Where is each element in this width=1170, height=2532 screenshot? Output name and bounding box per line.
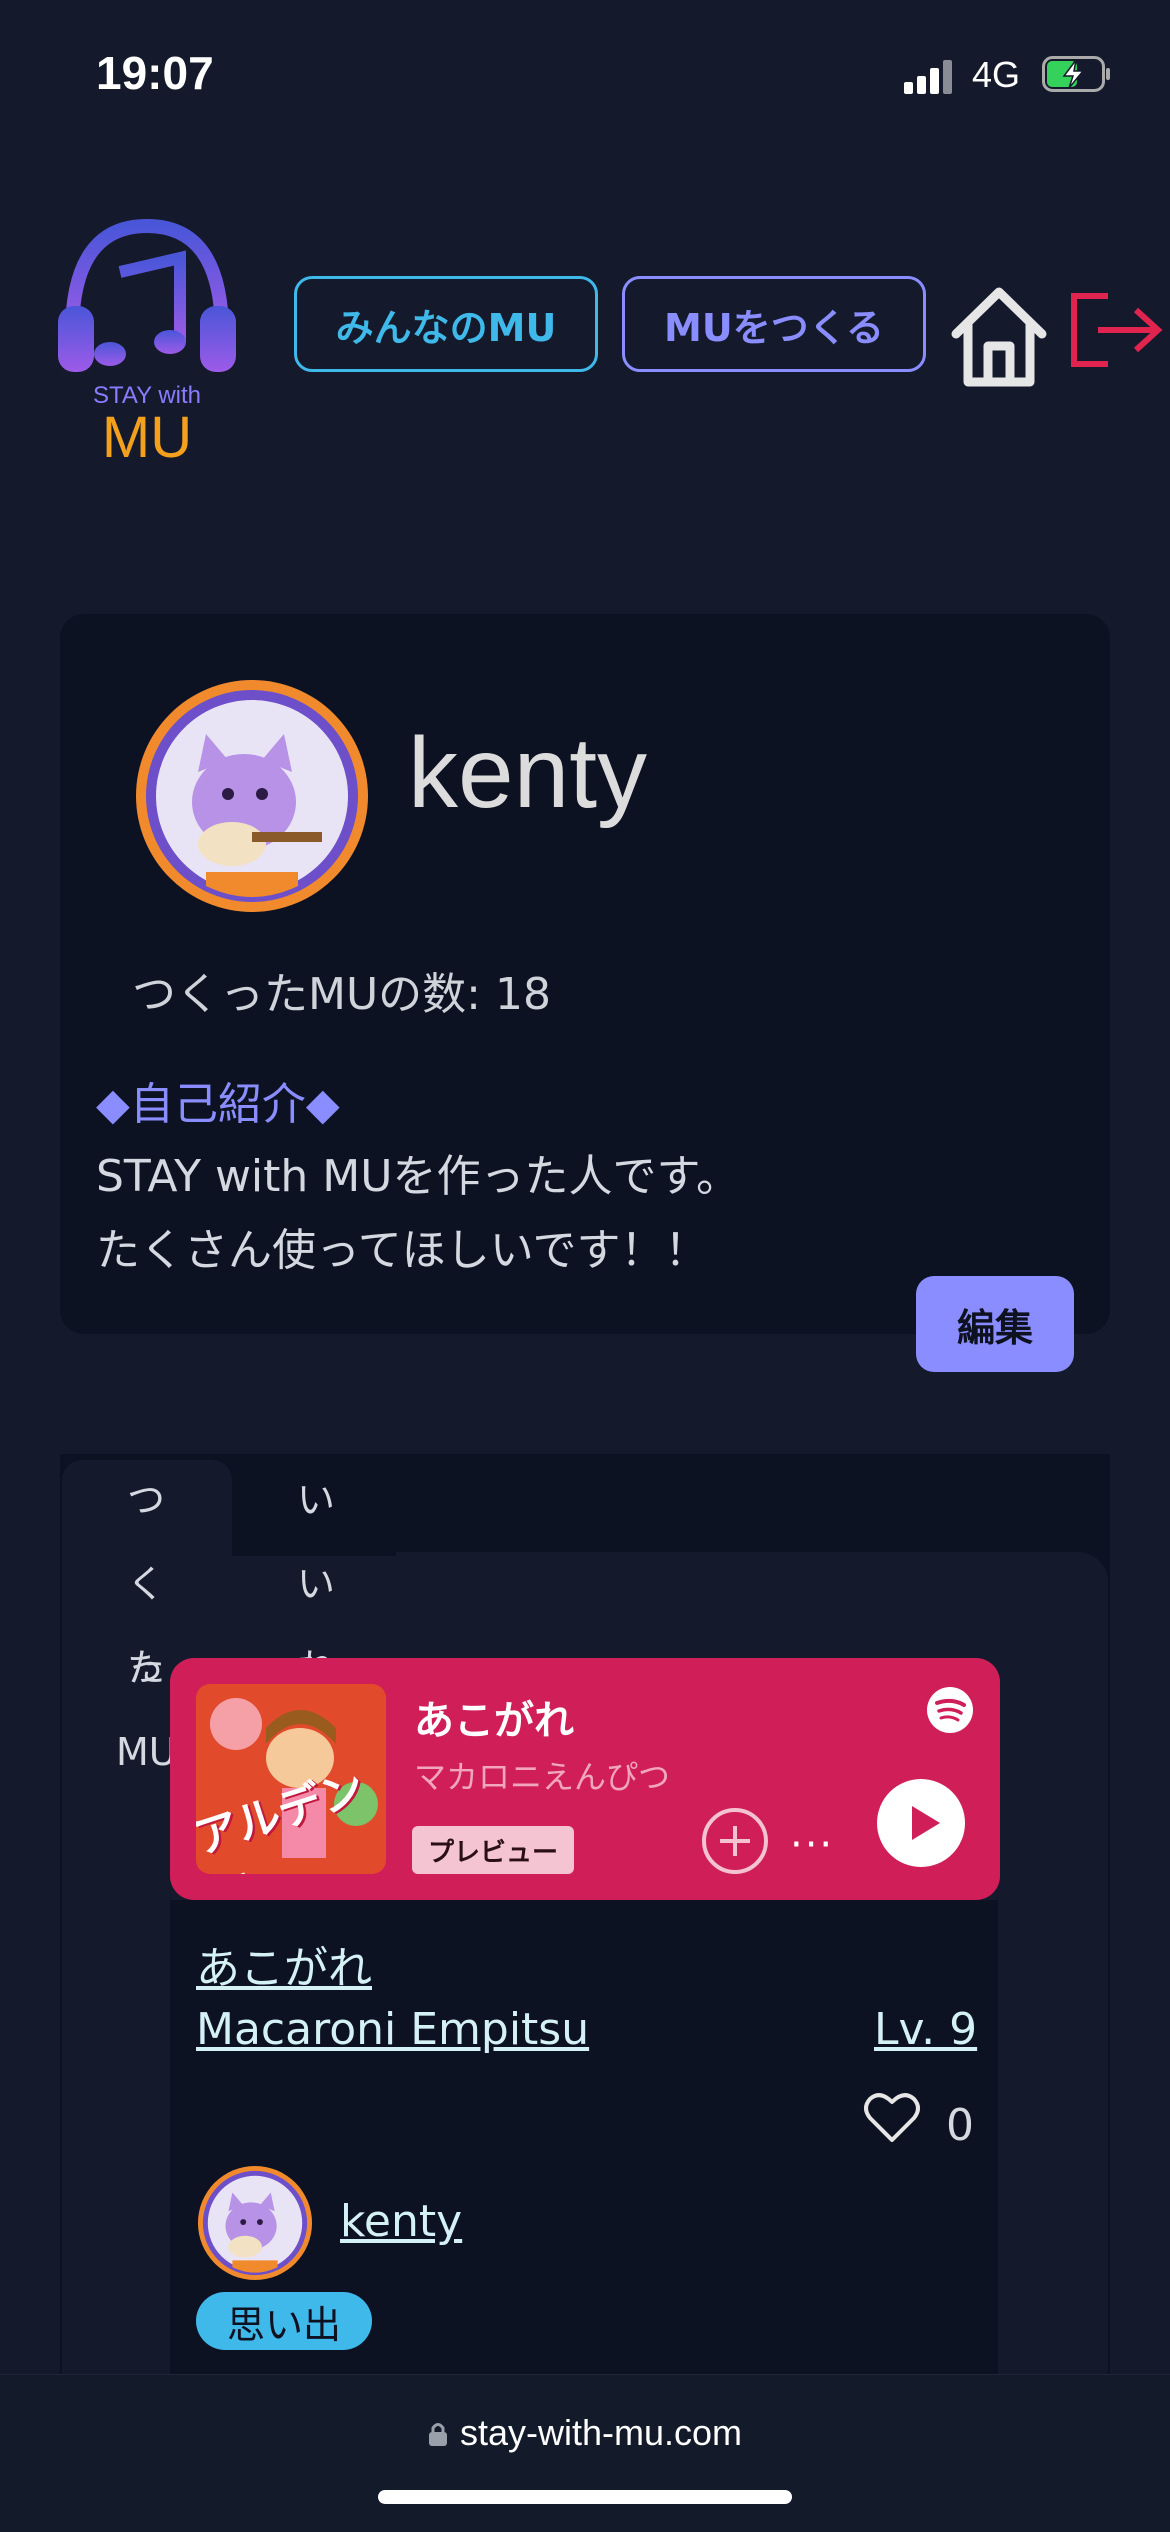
heart-icon[interactable]	[862, 2090, 922, 2146]
tab-created-char-1[interactable]: つ	[116, 1458, 176, 1542]
everyone-mu-button[interactable]: みんなのMU	[294, 276, 598, 372]
album-art: アルデンテ	[196, 1684, 386, 1874]
app-logo[interactable]: STAY with MU	[54, 214, 240, 470]
url-bar[interactable]: stay-with-mu.com	[0, 2412, 1170, 2454]
intro-line-1: STAY with MUを作った人です。	[96, 1151, 741, 1202]
tab-liked-char-2[interactable]: い	[286, 1542, 346, 1626]
signal-bars-icon	[904, 58, 954, 94]
url-text: stay-with-mu.com	[459, 2412, 743, 2453]
battery-charging-icon	[1042, 56, 1110, 92]
edit-profile-button[interactable]: 編集	[916, 1276, 1074, 1372]
avatar[interactable]	[132, 676, 372, 916]
lock-icon	[428, 2423, 447, 2446]
memory-tag[interactable]: 思い出	[196, 2292, 372, 2350]
author-avatar[interactable]	[196, 2164, 314, 2282]
make-mu-button[interactable]: MUをつくる	[622, 276, 926, 372]
spotify-artist[interactable]: マカロニえんぴつ	[414, 1752, 670, 1798]
tab-created-char-4[interactable]: MU	[116, 1710, 177, 1794]
logout-icon[interactable]	[1068, 290, 1164, 370]
post-level[interactable]: Lv. 9	[874, 2004, 977, 2055]
author-name[interactable]: kenty	[340, 2196, 462, 2247]
more-dots-icon[interactable]: ···	[790, 1822, 834, 1868]
play-icon[interactable]	[876, 1778, 966, 1868]
network-type: 4G	[972, 54, 1021, 95]
likes-count: 0	[946, 2100, 974, 2151]
tab-liked-char-1[interactable]: い	[286, 1458, 346, 1542]
intro-title: ◆自己紹介◆	[96, 1079, 340, 1130]
headphones-music-note-icon	[58, 218, 236, 372]
home-indicator[interactable]	[378, 2490, 792, 2504]
add-circle-icon[interactable]	[700, 1806, 770, 1876]
spotify-track-title[interactable]: あこがれ	[414, 1688, 574, 1746]
intro-line-2: たくさん使ってほしいです！！	[96, 1225, 709, 1276]
username: kenty	[408, 717, 648, 829]
spotify-icon[interactable]	[926, 1686, 974, 1734]
post-song-title[interactable]: あこがれ	[196, 1932, 372, 1996]
logo-big-text: MU	[101, 405, 193, 470]
status-time: 19:07	[96, 47, 214, 99]
mu-count: つくったMUの数: 18	[132, 969, 551, 1020]
preview-badge: プレビュー	[412, 1826, 574, 1874]
post-artist[interactable]: Macaroni Empitsu	[196, 2004, 589, 2055]
tab-created-char-3[interactable]: た	[116, 1626, 176, 1710]
home-icon[interactable]	[946, 284, 1052, 388]
